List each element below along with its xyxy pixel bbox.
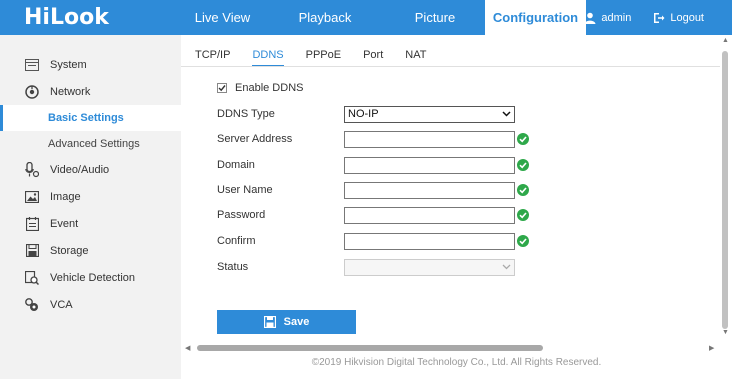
status-row: Status [217, 257, 515, 277]
enable-ddns-label: Enable DDNS [235, 82, 304, 94]
sidebar-item-advanced-settings[interactable]: Advanced Settings [0, 131, 181, 157]
nav-picture[interactable]: Picture [385, 0, 485, 35]
top-bar: HiLook Live View Playback Picture Config… [0, 0, 732, 35]
confirm-row: Confirm [217, 231, 529, 251]
user-name: admin [601, 11, 632, 24]
system-icon [24, 57, 40, 73]
scroll-up-icon[interactable]: ▲ [722, 37, 729, 44]
username-row: User Name [217, 180, 529, 200]
tab-tcp-ip[interactable]: TCP/IP [195, 45, 230, 67]
enable-ddns-row: Enable DDNS [217, 78, 303, 98]
tab-divider [181, 66, 721, 67]
sidebar-item-image[interactable]: Image [0, 183, 181, 210]
domain-input[interactable] [344, 156, 515, 174]
server-address-input[interactable] [344, 130, 515, 148]
storage-icon [24, 243, 40, 259]
domain-row: Domain [217, 155, 529, 175]
chevron-down-icon [502, 264, 511, 270]
sidebar-item-label: VCA [50, 298, 73, 311]
status-label: Status [217, 261, 249, 273]
vca-icon [24, 297, 40, 313]
confirm-label: Confirm [217, 235, 256, 247]
sidebar-item-label: Vehicle Detection [50, 271, 135, 284]
username-input[interactable] [344, 181, 515, 199]
logout-icon [654, 12, 665, 23]
user-menu[interactable]: admin [584, 12, 631, 24]
vertical-scrollbar[interactable]: ▲ ▼ [720, 35, 732, 343]
sidebar-item-label: Network [50, 85, 91, 98]
status-select [344, 258, 515, 276]
save-icon [263, 316, 276, 328]
scroll-left-icon[interactable]: ◀ [185, 344, 190, 352]
network-tabs: TCP/IP DDNS PPPoE Port NAT [195, 45, 448, 67]
sidebar-item-label: Storage [50, 244, 89, 257]
sidebar-item-label: Video/Audio [50, 163, 110, 176]
sidebar-item-storage[interactable]: Storage [0, 237, 181, 264]
nav-playback[interactable]: Playback [265, 0, 385, 35]
sidebar-item-vca[interactable]: VCA [0, 291, 181, 318]
ddns-type-label: DDNS Type [217, 108, 275, 120]
sidebar-item-vehicle-detection[interactable]: Vehicle Detection [0, 264, 181, 291]
top-nav: Live View Playback Picture Configuration [180, 0, 586, 35]
sidebar-item-network[interactable]: Network [0, 78, 181, 105]
password-row: Password [217, 205, 529, 225]
ddns-type-value: NO-IP [348, 108, 379, 120]
sidebar-item-label: Event [50, 217, 79, 230]
vertical-scroll-thumb[interactable] [722, 51, 728, 329]
sidebar-item-system[interactable]: System [0, 51, 181, 78]
valid-check-icon [517, 184, 529, 196]
sidebar-item-label: System [50, 58, 87, 71]
chevron-down-icon [502, 111, 511, 117]
password-input[interactable] [344, 206, 515, 224]
sidebar-item-event[interactable]: Event [0, 210, 181, 237]
username-label: User Name [217, 184, 273, 196]
tab-port[interactable]: Port [363, 45, 383, 67]
main-panel: TCP/IP DDNS PPPoE Port NAT Enable DDNS D… [181, 35, 732, 379]
server-address-label: Server Address [217, 133, 293, 145]
confirm-input[interactable] [344, 232, 515, 250]
user-area: admin Logout [562, 0, 704, 35]
tab-ddns[interactable]: DDNS [252, 45, 284, 67]
video-audio-icon [24, 161, 40, 178]
scroll-right-icon[interactable]: ▶ [709, 344, 714, 352]
ddns-type-select[interactable]: NO-IP [344, 105, 515, 123]
horizontal-scroll-thumb[interactable] [197, 345, 543, 351]
logout-button[interactable]: Logout [653, 12, 704, 24]
valid-check-icon [517, 209, 529, 221]
horizontal-scrollbar[interactable]: ◀ ▶ [181, 343, 721, 353]
vehicle-detection-icon [24, 270, 40, 286]
valid-check-icon [517, 159, 529, 171]
save-label: Save [283, 316, 310, 328]
sidebar-item-video-audio[interactable]: Video/Audio [0, 156, 181, 183]
password-label: Password [217, 209, 266, 221]
scroll-down-icon[interactable]: ▼ [722, 329, 729, 336]
ddns-type-row: DDNS Type NO-IP [217, 104, 515, 124]
sidebar-item-basic-settings[interactable]: Basic Settings [0, 105, 181, 131]
server-address-row: Server Address [217, 129, 529, 149]
save-button[interactable]: Save [217, 310, 356, 334]
domain-label: Domain [217, 159, 255, 171]
image-icon [24, 189, 40, 205]
event-icon [24, 216, 40, 232]
valid-check-icon [517, 235, 529, 247]
sidebar: System Network Basic Settings Advanced S… [0, 35, 181, 379]
network-icon [24, 84, 40, 100]
sidebar-item-label: Image [50, 190, 81, 203]
check-icon [218, 85, 226, 92]
footer-copyright: ©2019 Hikvision Digital Technology Co., … [311, 357, 602, 368]
user-icon [584, 12, 596, 24]
enable-ddns-checkbox[interactable] [217, 83, 227, 93]
nav-live-view[interactable]: Live View [180, 0, 265, 35]
tab-nat[interactable]: NAT [405, 45, 426, 67]
logo: HiLook [24, 5, 109, 30]
valid-check-icon [517, 133, 529, 145]
logout-label: Logout [670, 11, 704, 24]
tab-pppoe[interactable]: PPPoE [306, 45, 341, 67]
